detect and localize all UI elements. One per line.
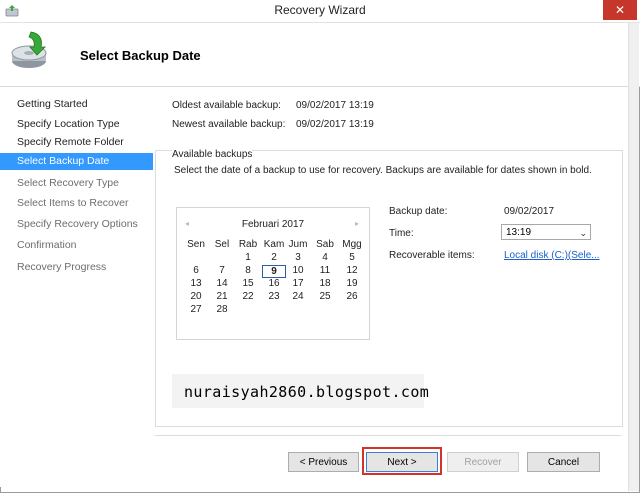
calendar-day[interactable]: 18 xyxy=(313,278,337,290)
calendar-month-title: Februari 2017 xyxy=(241,219,305,230)
calendar-weekday: Sen xyxy=(187,239,205,250)
time-select-value: 13:19 xyxy=(506,227,532,238)
calendar-day[interactable]: 21 xyxy=(210,291,234,303)
calendar-day[interactable]: 8 xyxy=(236,265,260,277)
calendar-day[interactable]: 7 xyxy=(210,265,234,277)
sidebar-item-select-items-to-recover: Select Items to Recover xyxy=(17,197,129,209)
sidebar-item-specify-location-type[interactable]: Specify Location Type xyxy=(0,116,153,133)
oldest-backup-value: 09/02/2017 13:19 xyxy=(296,100,374,111)
sidebar-item-select-recovery-type: Select Recovery Type xyxy=(17,177,119,189)
close-button[interactable]: ✕ xyxy=(603,0,637,20)
cancel-button[interactable]: Cancel xyxy=(527,452,600,472)
calendar-day[interactable]: 25 xyxy=(313,291,337,303)
previous-button[interactable]: < Previous xyxy=(288,452,359,472)
calendar-day[interactable]: 28 xyxy=(210,304,234,316)
newest-backup-value: 09/02/2017 13:19 xyxy=(296,119,374,130)
calendar-day[interactable]: 24 xyxy=(286,291,310,303)
backup-date-value: 09/02/2017 xyxy=(504,206,555,217)
calendar-day[interactable]: 22 xyxy=(236,291,260,303)
recovery-disk-icon xyxy=(11,31,47,68)
oldest-backup-label: Oldest available backup: xyxy=(172,100,281,111)
recoverable-items-link[interactable]: Local disk (C:)(Sele... xyxy=(504,250,600,261)
time-select[interactable]: 13:19 ⌄ xyxy=(501,224,591,240)
calendar-day[interactable]: 14 xyxy=(210,278,234,290)
sidebar-item-recovery-progress: Recovery Progress xyxy=(17,261,107,273)
calendar-day[interactable]: 15 xyxy=(236,278,260,290)
next-button-highlight xyxy=(362,447,442,475)
recoverable-items-label: Recoverable items: xyxy=(389,250,475,261)
calendar-day[interactable]: 27 xyxy=(184,304,208,316)
calendar-weekday: Sab xyxy=(316,239,334,250)
recover-button: Recover xyxy=(447,452,519,472)
calendar-day-selected[interactable]: 9 xyxy=(262,265,286,278)
sidebar-item-confirmation: Confirmation xyxy=(17,239,77,251)
page-heading: Select Backup Date xyxy=(80,48,201,63)
sidebar-item-getting-started[interactable]: Getting Started xyxy=(0,96,153,113)
backup-date-label: Backup date: xyxy=(389,206,448,217)
calendar-day[interactable]: 13 xyxy=(184,278,208,290)
calendar-day[interactable]: 10 xyxy=(286,265,310,277)
sidebar-item-specify-recovery-options: Specify Recovery Options xyxy=(17,218,138,230)
newest-backup-label: Newest available backup: xyxy=(172,119,286,130)
sidebar-item-select-backup-date[interactable]: Select Backup Date xyxy=(0,153,153,170)
window-title: Recovery Wizard xyxy=(274,3,366,17)
backup-calendar[interactable]: ◂ Februari 2017 ▸ Sen Sel Rab Kam Jum Sab Mgg … xyxy=(176,207,370,340)
calendar-weekday: Rab xyxy=(238,239,258,250)
title-bar: Recovery Wizard ✕ xyxy=(0,0,640,23)
calendar-day[interactable]: 4 xyxy=(313,252,337,264)
blog-watermark: nuraisyah2860.blogspot.com xyxy=(172,374,429,408)
window-edge xyxy=(628,23,639,491)
watermark-text: nuraisyah2860.blogspot.com xyxy=(184,383,430,401)
calendar-weekday: Kam xyxy=(263,239,285,250)
calendar-weekday: Mgg xyxy=(342,239,362,250)
wizard-steps: Getting Started Specify Location Type Sp… xyxy=(0,87,153,487)
calendar-day[interactable]: 5 xyxy=(340,252,364,264)
available-backups-title: Available backups xyxy=(172,149,253,160)
calendar-day[interactable]: 2 xyxy=(262,252,286,264)
footer-divider xyxy=(155,435,621,436)
time-label: Time: xyxy=(389,228,414,239)
calendar-next-month-icon[interactable]: ▸ xyxy=(355,219,359,228)
sidebar-item-specify-remote-folder[interactable]: Specify Remote Folder xyxy=(0,134,153,151)
chevron-down-icon: ⌄ xyxy=(579,228,587,238)
calendar-day[interactable]: 17 xyxy=(286,278,310,290)
calendar-day[interactable]: 20 xyxy=(184,291,208,303)
calendar-day[interactable]: 3 xyxy=(286,252,310,264)
available-backups-description: Select the date of a backup to use for r… xyxy=(174,165,592,176)
calendar-day[interactable]: 19 xyxy=(340,278,364,290)
calendar-weekday: Sel xyxy=(214,239,230,250)
calendar-day[interactable]: 23 xyxy=(262,291,286,303)
calendar-weekday: Jum xyxy=(288,239,308,250)
calendar-day[interactable]: 11 xyxy=(313,265,337,277)
calendar-day[interactable]: 16 xyxy=(262,278,286,290)
wizard-header: Select Backup Date xyxy=(0,23,640,87)
calendar-day[interactable]: 6 xyxy=(184,265,208,277)
calendar-day[interactable]: 1 xyxy=(236,252,260,264)
calendar-day[interactable]: 12 xyxy=(340,265,364,277)
calendar-day[interactable]: 26 xyxy=(340,291,364,303)
